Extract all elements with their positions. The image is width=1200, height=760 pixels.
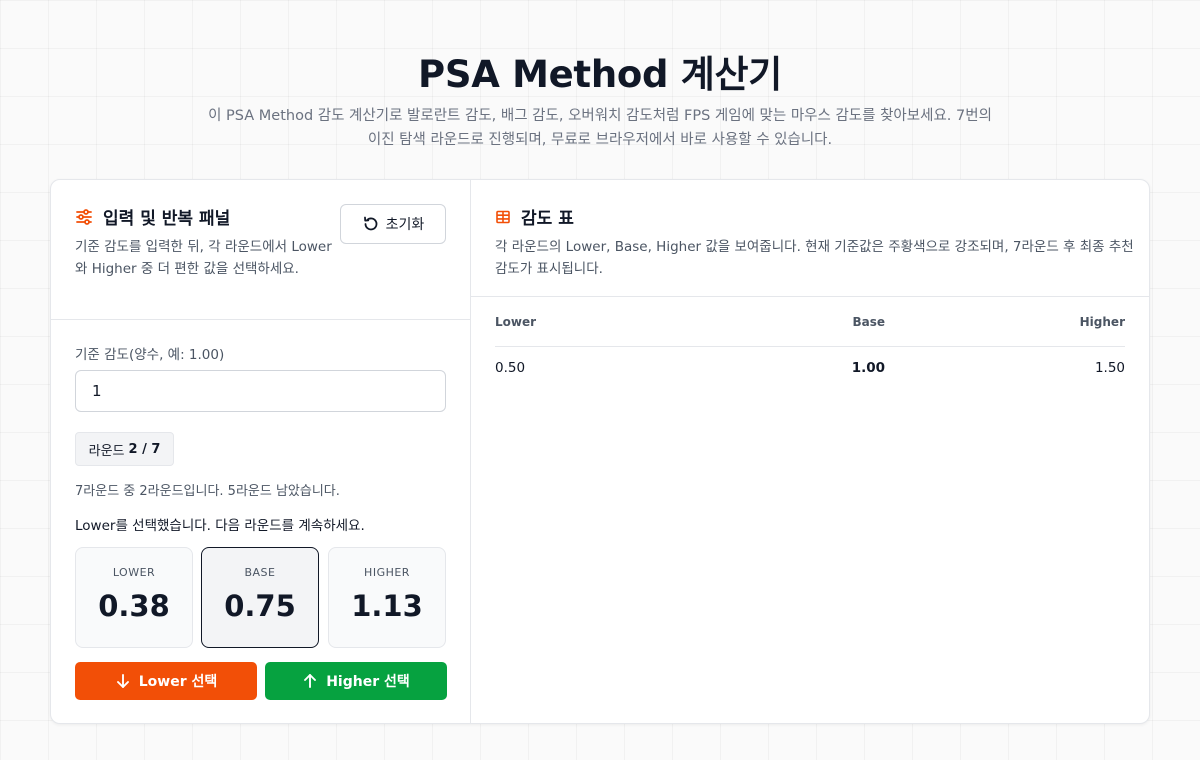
base-sensitivity-input[interactable] [75,370,446,412]
input-panel-title-text: 입력 및 반복 패널 [103,209,231,229]
status-message: Lower를 선택했습니다. 다음 라운드를 계속하세요. [75,518,365,534]
lower-value-card: LOWER 0.38 [75,547,193,648]
base-value: 0.75 [224,589,296,623]
input-panel-description: 기준 감도를 입력한 뒤, 각 라운드에서 Lower와 Higher 중 더 … [75,239,332,277]
base-sensitivity-label: 기준 감도(양수, 예: 1.00) [75,347,225,363]
lower-value: 0.38 [98,589,170,623]
sliders-icon [76,208,92,225]
table-panel-title: 감도 표 [495,204,574,229]
reset-button-label: 초기화 [385,217,425,233]
input-panel-title: 입력 및 반복 패널 [75,204,230,229]
choose-lower-label: Lower 선택 [138,674,218,690]
page-title: PSA Method 계산기 [418,53,782,96]
base-value-card: BASE 0.75 [201,547,319,648]
arrow-up-icon [304,674,317,688]
cell-lower: 0.50 [495,360,526,376]
input-panel: 입력 및 반복 패널 기준 감도를 입력한 뒤, 각 라운드에서 Lower와 … [51,180,471,723]
column-header-higher: Higher [1079,314,1125,329]
page-subtitle: 이 PSA Method 감도 계산기로 발로란트 감도, 배그 감도, 오버워… [208,108,992,148]
choose-higher-label: Higher 선택 [326,674,410,690]
table-panel-header: 감도 표 각 라운드의 Lower, Base, Higher 값을 보여줍니다… [471,180,1149,297]
cell-base: 1.00 [851,360,885,376]
sensitivity-table-panel: 감도 표 각 라운드의 Lower, Base, Higher 값을 보여줍니다… [471,180,1149,723]
higher-value: 1.13 [351,589,423,623]
cell-higher: 1.50 [1094,360,1125,376]
table-row: 0.50 1.00 1.50 [495,347,1125,389]
table-icon [496,210,510,223]
round-badge: 라운드 2 / 7 [75,432,174,466]
table-header: Lower Base Higher [495,297,1125,347]
round-badge-value: 2 / 7 [128,441,161,457]
arrow-down-icon [116,674,129,688]
base-value-label: BASE [244,566,276,579]
column-header-lower: Lower [495,314,537,329]
round-info: 7라운드 중 2라운드입니다. 5라운드 남았습니다. [75,484,340,499]
reset-icon [363,216,378,231]
round-badge-prefix: 라운드 [88,443,125,459]
table-panel-description: 각 라운드의 Lower, Base, Higher 값을 보여줍니다. 현재 … [495,239,1134,277]
choose-higher-button[interactable]: Higher 선택 [265,662,447,700]
table-panel-title-text: 감도 표 [521,209,574,229]
higher-value-label: HIGHER [364,566,410,579]
higher-value-card: HIGHER 1.13 [328,547,446,648]
lower-value-label: LOWER [112,566,156,579]
input-panel-header: 입력 및 반복 패널 기준 감도를 입력한 뒤, 각 라운드에서 Lower와 … [51,180,470,320]
column-header-base: Base [852,314,885,329]
sensitivity-table: Lower Base Higher 0.50 1.00 1.50 [495,297,1125,389]
choose-lower-button[interactable]: Lower 선택 [75,662,257,700]
reset-button[interactable]: 초기화 [340,204,446,244]
calculator-card: 입력 및 반복 패널 기준 감도를 입력한 뒤, 각 라운드에서 Lower와 … [50,179,1150,724]
